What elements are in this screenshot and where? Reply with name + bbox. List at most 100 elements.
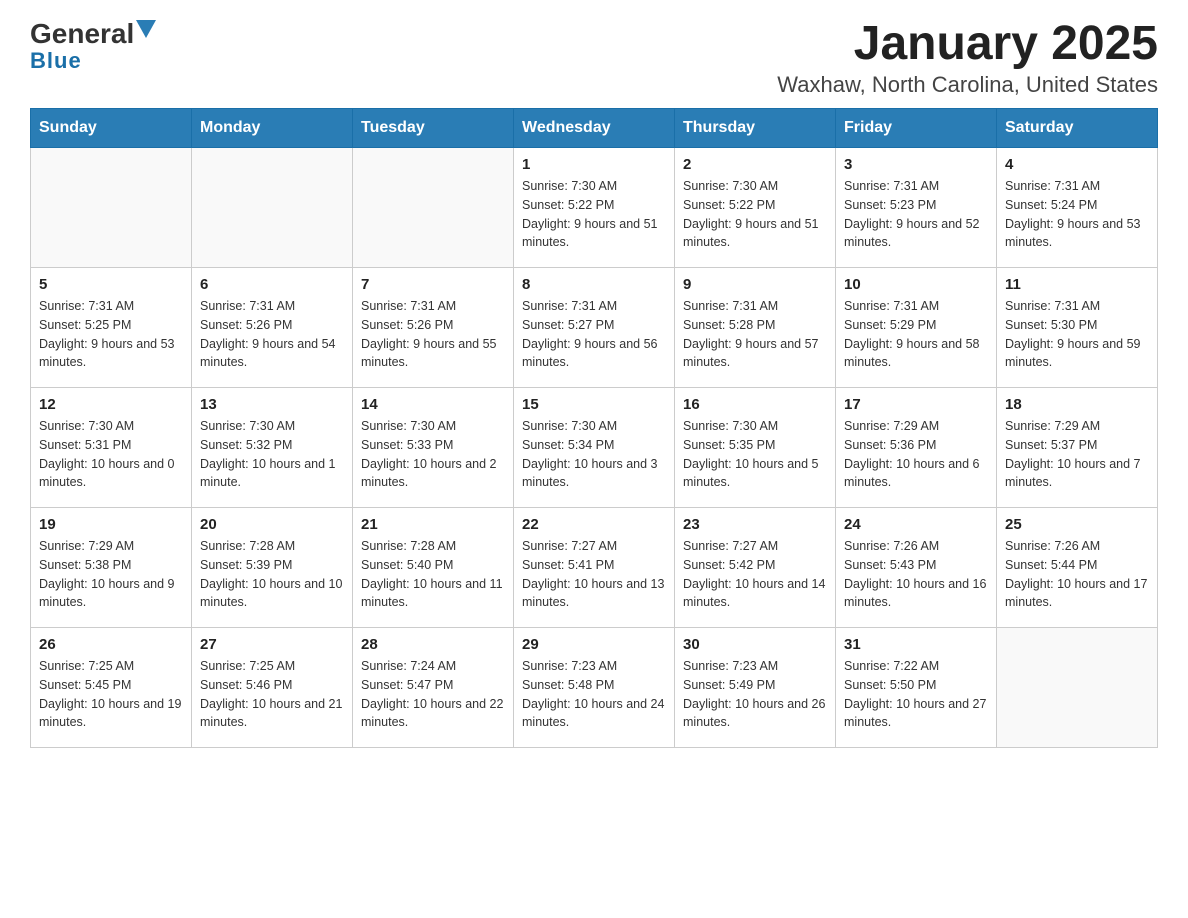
calendar-table: SundayMondayTuesdayWednesdayThursdayFrid… [30,108,1158,748]
day-number: 25 [1005,516,1149,533]
calendar-cell: 7 Sunrise: 7:31 AMSunset: 5:26 PMDaylight… [353,268,514,388]
day-info: Sunrise: 7:31 AMSunset: 5:23 PMDaylight:… [844,177,988,252]
calendar-cell [997,628,1158,748]
calendar-cell: 23Sunrise: 7:27 AMSunset: 5:42 PMDayligh… [675,508,836,628]
day-number: 8 [522,276,666,293]
day-info: Sunrise: 7:26 AMSunset: 5:43 PMDaylight:… [844,537,988,612]
calendar-cell: 28 Sunrise: 7:24 AMSunset: 5:47 PMDayligh… [353,628,514,748]
day-number: 2 [683,156,827,173]
day-number: 26 [39,636,183,653]
calendar-cell: 30 Sunrise: 7:23 AMSunset: 5:49 PMDayligh… [675,628,836,748]
day-info: Sunrise: 7:29 AMSunset: 5:38 PMDaylight:… [39,537,183,612]
day-info: Sunrise: 7:26 AMSunset: 5:44 PMDaylight:… [1005,537,1149,612]
day-info: Sunrise: 7:22 AMSunset: 5:50 PMDaylight:… [844,657,988,732]
calendar-cell: 16 Sunrise: 7:30 AMSunset: 5:35 PMDayligh… [675,388,836,508]
day-info: Sunrise: 7:30 AMSunset: 5:22 PMDaylight:… [683,177,827,252]
day-info: Sunrise: 7:25 AMSunset: 5:46 PMDaylight:… [200,657,344,732]
day-number: 16 [683,396,827,413]
day-info: Sunrise: 7:31 AMSunset: 5:29 PMDaylight:… [844,297,988,372]
day-number: 31 [844,636,988,653]
day-number: 10 [844,276,988,293]
logo-text-general: General [30,20,134,48]
day-info: Sunrise: 7:28 AMSunset: 5:39 PMDaylight:… [200,537,344,612]
calendar-cell: 29 Sunrise: 7:23 AMSunset: 5:48 PMDayligh… [514,628,675,748]
logo: General Blue [30,20,156,74]
calendar-cell: 19 Sunrise: 7:29 AMSunset: 5:38 PMDayligh… [31,508,192,628]
day-number: 12 [39,396,183,413]
calendar-cell: 24Sunrise: 7:26 AMSunset: 5:43 PMDayligh… [836,508,997,628]
day-info: Sunrise: 7:30 AMSunset: 5:35 PMDaylight:… [683,417,827,492]
calendar-cell: 26Sunrise: 7:25 AMSunset: 5:45 PMDayligh… [31,628,192,748]
calendar-cell: 6 Sunrise: 7:31 AMSunset: 5:26 PMDaylight… [192,268,353,388]
day-info: Sunrise: 7:24 AMSunset: 5:47 PMDaylight:… [361,657,505,732]
day-info: Sunrise: 7:23 AMSunset: 5:49 PMDaylight:… [683,657,827,732]
calendar-cell: 4 Sunrise: 7:31 AMSunset: 5:24 PMDaylight… [997,148,1158,268]
calendar-week-row: 12 Sunrise: 7:30 AMSunset: 5:31 PMDayligh… [31,388,1158,508]
day-number: 30 [683,636,827,653]
day-info: Sunrise: 7:31 AMSunset: 5:27 PMDaylight:… [522,297,666,372]
day-number: 6 [200,276,344,293]
title-block: January 2025 Waxhaw, North Carolina, Uni… [777,20,1158,98]
day-info: Sunrise: 7:31 AMSunset: 5:28 PMDaylight:… [683,297,827,372]
day-info: Sunrise: 7:30 AMSunset: 5:31 PMDaylight:… [39,417,183,492]
calendar-day-header-monday: Monday [192,109,353,148]
day-number: 20 [200,516,344,533]
calendar-cell: 17 Sunrise: 7:29 AMSunset: 5:36 PMDayligh… [836,388,997,508]
day-info: Sunrise: 7:27 AMSunset: 5:42 PMDaylight:… [683,537,827,612]
calendar-cell [192,148,353,268]
day-info: Sunrise: 7:31 AMSunset: 5:26 PMDaylight:… [200,297,344,372]
calendar-header-row: SundayMondayTuesdayWednesdayThursdayFrid… [31,109,1158,148]
page-title: January 2025 [777,20,1158,68]
day-info: Sunrise: 7:29 AMSunset: 5:36 PMDaylight:… [844,417,988,492]
day-number: 14 [361,396,505,413]
calendar-day-header-wednesday: Wednesday [514,109,675,148]
day-number: 11 [1005,276,1149,293]
calendar-cell: 8 Sunrise: 7:31 AMSunset: 5:27 PMDaylight… [514,268,675,388]
day-number: 13 [200,396,344,413]
day-info: Sunrise: 7:31 AMSunset: 5:30 PMDaylight:… [1005,297,1149,372]
day-number: 28 [361,636,505,653]
calendar-week-row: 5Sunrise: 7:31 AMSunset: 5:25 PMDaylight… [31,268,1158,388]
day-number: 17 [844,396,988,413]
day-info: Sunrise: 7:30 AMSunset: 5:22 PMDaylight:… [522,177,666,252]
day-info: Sunrise: 7:28 AMSunset: 5:40 PMDaylight:… [361,537,505,612]
calendar-day-header-thursday: Thursday [675,109,836,148]
calendar-cell: 25 Sunrise: 7:26 AMSunset: 5:44 PMDayligh… [997,508,1158,628]
calendar-week-row: 19 Sunrise: 7:29 AMSunset: 5:38 PMDayligh… [31,508,1158,628]
logo-text-blue: Blue [30,48,82,74]
day-number: 7 [361,276,505,293]
day-info: Sunrise: 7:30 AMSunset: 5:32 PMDaylight:… [200,417,344,492]
day-info: Sunrise: 7:23 AMSunset: 5:48 PMDaylight:… [522,657,666,732]
calendar-cell: 11 Sunrise: 7:31 AMSunset: 5:30 PMDayligh… [997,268,1158,388]
calendar-cell [353,148,514,268]
calendar-cell: 12 Sunrise: 7:30 AMSunset: 5:31 PMDayligh… [31,388,192,508]
day-info: Sunrise: 7:27 AMSunset: 5:41 PMDaylight:… [522,537,666,612]
day-number: 4 [1005,156,1149,173]
day-number: 15 [522,396,666,413]
calendar-cell: 18 Sunrise: 7:29 AMSunset: 5:37 PMDayligh… [997,388,1158,508]
calendar-cell: 2 Sunrise: 7:30 AMSunset: 5:22 PMDaylight… [675,148,836,268]
calendar-day-header-sunday: Sunday [31,109,192,148]
calendar-cell: 3 Sunrise: 7:31 AMSunset: 5:23 PMDaylight… [836,148,997,268]
calendar-week-row: 26Sunrise: 7:25 AMSunset: 5:45 PMDayligh… [31,628,1158,748]
calendar-day-header-friday: Friday [836,109,997,148]
page-subtitle: Waxhaw, North Carolina, United States [777,72,1158,98]
calendar-day-header-saturday: Saturday [997,109,1158,148]
calendar-cell: 15Sunrise: 7:30 AMSunset: 5:34 PMDayligh… [514,388,675,508]
day-number: 3 [844,156,988,173]
day-info: Sunrise: 7:31 AMSunset: 5:25 PMDaylight:… [39,297,183,372]
day-info: Sunrise: 7:31 AMSunset: 5:26 PMDaylight:… [361,297,505,372]
calendar-cell: 31 Sunrise: 7:22 AMSunset: 5:50 PMDayligh… [836,628,997,748]
day-number: 19 [39,516,183,533]
calendar-cell [31,148,192,268]
calendar-cell: 22Sunrise: 7:27 AMSunset: 5:41 PMDayligh… [514,508,675,628]
day-number: 18 [1005,396,1149,413]
day-info: Sunrise: 7:31 AMSunset: 5:24 PMDaylight:… [1005,177,1149,252]
calendar-cell: 1 Sunrise: 7:30 AMSunset: 5:22 PMDaylight… [514,148,675,268]
day-info: Sunrise: 7:29 AMSunset: 5:37 PMDaylight:… [1005,417,1149,492]
day-number: 9 [683,276,827,293]
calendar-day-header-tuesday: Tuesday [353,109,514,148]
calendar-cell: 27Sunrise: 7:25 AMSunset: 5:46 PMDayligh… [192,628,353,748]
day-number: 29 [522,636,666,653]
day-number: 1 [522,156,666,173]
